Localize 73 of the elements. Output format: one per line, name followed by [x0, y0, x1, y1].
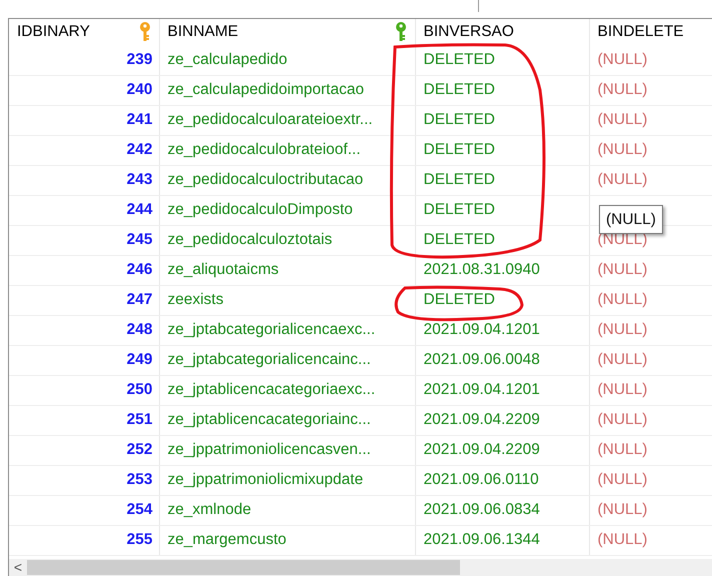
horizontal-scrollbar[interactable]: <	[9, 559, 712, 576]
table-cell: 240	[9, 75, 159, 105]
column-header[interactable]: BINVERSAO	[424, 20, 514, 44]
table-cell: 2021.09.04.1201	[415, 375, 589, 405]
column-header[interactable]: IDBINARY	[17, 20, 90, 44]
table-cell: (NULL)	[589, 45, 712, 75]
table-cell: DELETED	[415, 105, 589, 135]
table-cell: 249	[9, 345, 159, 375]
table-cell: ze_jptabcategorialicencaexc...	[159, 315, 415, 345]
table-cell: ze_calculapedidoimportacao	[159, 75, 415, 105]
table-cell: ze_jptablicencacategoriaexc...	[159, 375, 415, 405]
table-cell: ze_xmlnode	[159, 495, 415, 525]
table-cell: 2021.09.06.0110	[415, 465, 589, 495]
table-cell: ze_jppatrimoniolicencasven...	[159, 435, 415, 465]
table-cell: DELETED	[415, 75, 589, 105]
table-cell: 250	[9, 375, 159, 405]
table-cell: (NULL)	[589, 285, 712, 315]
table-cell: 2021.09.06.0834	[415, 495, 589, 525]
table-cell: (NULL)	[589, 135, 712, 165]
table-cell: 241	[9, 105, 159, 135]
table-cell: (NULL)	[589, 105, 712, 135]
table-cell: 245	[9, 225, 159, 255]
tooltip: (NULL)	[599, 205, 663, 234]
table-cell: ze_calculapedido	[159, 45, 415, 75]
table-cell: DELETED	[415, 135, 589, 165]
scrollbar-thumb[interactable]	[27, 560, 460, 575]
column-header[interactable]: BINDELETE	[598, 20, 684, 44]
table-cell: 248	[9, 315, 159, 345]
table-cell: 255	[9, 525, 159, 555]
table-cell: (NULL)	[589, 315, 712, 345]
table-cell: ze_jptabcategorialicencainc...	[159, 345, 415, 375]
table-cell: ze_jppatrimoniolicmixupdate	[159, 465, 415, 495]
table-cell: ze_aliquotaicms	[159, 255, 415, 285]
table-cell: (NULL)	[589, 405, 712, 435]
table-cell: 247	[9, 285, 159, 315]
table-cell: 2021.09.04.2209	[415, 435, 589, 465]
table-cell: ze_pedidocalculoctributacao	[159, 165, 415, 195]
table-cell: DELETED	[415, 285, 589, 315]
table-cell: DELETED	[415, 225, 589, 255]
table-cell: DELETED	[415, 195, 589, 225]
table-cell: 2021.09.04.1201	[415, 315, 589, 345]
table-cell: 242	[9, 135, 159, 165]
table-cell: (NULL)	[589, 495, 712, 525]
table-cell: 2021.09.04.2209	[415, 405, 589, 435]
table-cell: 2021.09.06.0048	[415, 345, 589, 375]
table-cell: 252	[9, 435, 159, 465]
table-cell: ze_jptablicencacategoriainc...	[159, 405, 415, 435]
table-cell: 2021.09.06.1344	[415, 525, 589, 555]
table-cell: 243	[9, 165, 159, 195]
table-cell: 251	[9, 405, 159, 435]
table-cell: DELETED	[415, 45, 589, 75]
table-cell: 246	[9, 255, 159, 285]
table-cell: (NULL)	[589, 435, 712, 465]
table-cell: (NULL)	[589, 375, 712, 405]
table-cell: ze_margemcusto	[159, 525, 415, 555]
table-cell: (NULL)	[589, 465, 712, 495]
table-cell: ze_pedidocalculobrateioof...	[159, 135, 415, 165]
table-cell: 254	[9, 495, 159, 525]
table-cell: 253	[9, 465, 159, 495]
table-cell: zeexists	[159, 285, 415, 315]
table-cell: (NULL)	[589, 165, 712, 195]
table-cell: (NULL)	[589, 525, 712, 555]
table-cell: ze_pedidocalculoztotais	[159, 225, 415, 255]
table-cell: (NULL)	[589, 255, 712, 285]
table-cell: ze_pedidocalculoDimposto	[159, 195, 415, 225]
column-header[interactable]: BINNAME	[168, 20, 238, 44]
table-cell: (NULL)	[589, 75, 712, 105]
table-cell: (NULL)	[589, 345, 712, 375]
table-cell: ze_pedidocalculoarateioextr...	[159, 105, 415, 135]
table-cell: 2021.08.31.0940	[415, 255, 589, 285]
table-cell: DELETED	[415, 165, 589, 195]
table-cell: 239	[9, 45, 159, 75]
table-cell: 244	[9, 195, 159, 225]
